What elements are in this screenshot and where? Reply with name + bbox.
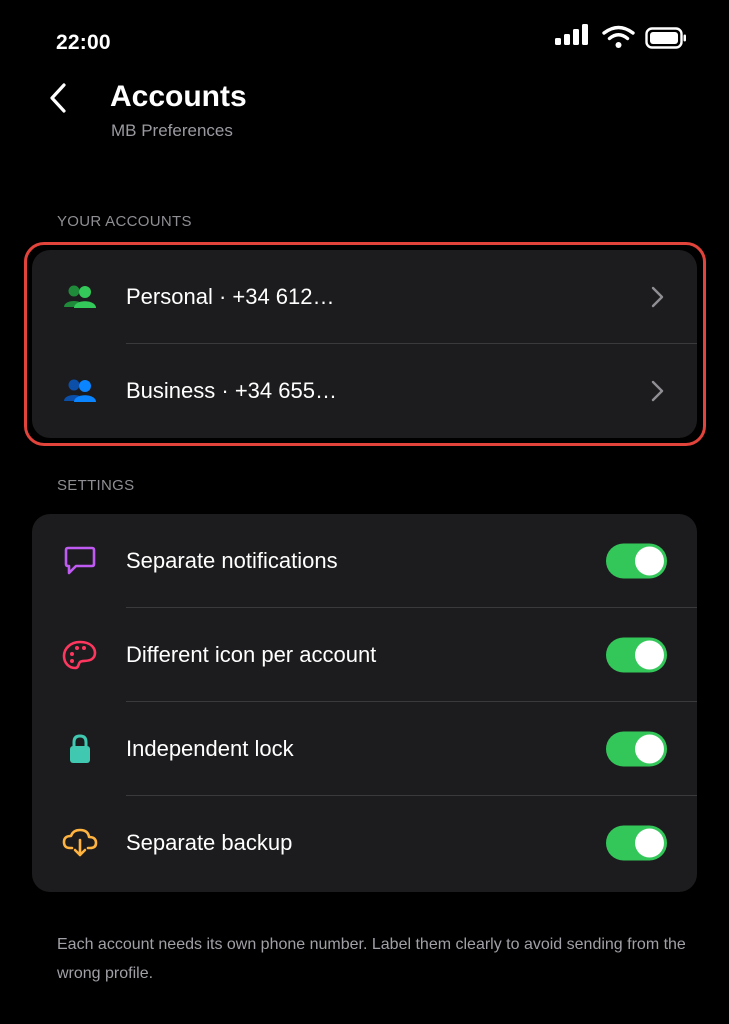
section-label-your-accounts: YOUR ACCOUNTS [57, 213, 192, 230]
message-bubble-icon [64, 546, 96, 575]
battery-icon [645, 27, 686, 49]
screen: 22:00 Accounts MB Preferences YOUR ACCOU… [0, 0, 729, 1024]
page-title: Accounts [110, 80, 247, 113]
account-row-business[interactable]: Business · +34 655… [32, 344, 697, 438]
toggle-different-icon[interactable] [606, 637, 667, 673]
setting-row-different-icon: Different icon per account [32, 608, 697, 702]
wifi-icon [602, 25, 635, 48]
setting-row-separate-backup: Separate backup [32, 796, 697, 890]
chevron-right-icon [651, 286, 664, 308]
setting-label: Separate notifications [126, 548, 338, 573]
toggle-knob [635, 828, 664, 858]
setting-label: Independent lock [126, 736, 294, 761]
back-button[interactable] [38, 78, 78, 118]
account-label: Business · +34 655… [126, 378, 337, 403]
account-label: Personal · +34 612… [126, 284, 335, 309]
page-subtitle: MB Preferences [111, 121, 233, 140]
section-label-settings: SETTINGS [57, 477, 135, 494]
people-icon [64, 379, 96, 402]
palette-icon [62, 640, 97, 670]
cellular-signal-icon [555, 24, 588, 45]
toggle-knob [635, 640, 664, 670]
chevron-right-icon [651, 380, 664, 402]
toggle-separate-backup[interactable] [606, 825, 667, 861]
footer-note: Each account needs its own phone number.… [57, 936, 686, 982]
people-icon [64, 285, 96, 308]
settings-card: Separate notifications Different icon pe… [32, 514, 697, 892]
toggle-separate-notifications[interactable] [606, 543, 667, 579]
status-time: 22:00 [56, 31, 111, 54]
setting-label: Different icon per account [126, 642, 377, 667]
setting-row-separate-notifications: Separate notifications [32, 514, 697, 608]
toggle-knob [635, 734, 664, 764]
toggle-knob [635, 546, 664, 576]
status-bar: 22:00 [0, 0, 729, 80]
setting-row-independent-lock: Independent lock [32, 702, 697, 796]
toggle-independent-lock[interactable] [606, 731, 667, 767]
lock-icon [70, 734, 90, 763]
chevron-left-icon [50, 83, 66, 113]
setting-label: Separate backup [126, 830, 293, 855]
cloud-download-icon [62, 828, 98, 857]
account-row-personal[interactable]: Personal · +34 612… [32, 250, 697, 344]
accounts-card: Personal · +34 612… Business · +34 655… [32, 250, 697, 438]
